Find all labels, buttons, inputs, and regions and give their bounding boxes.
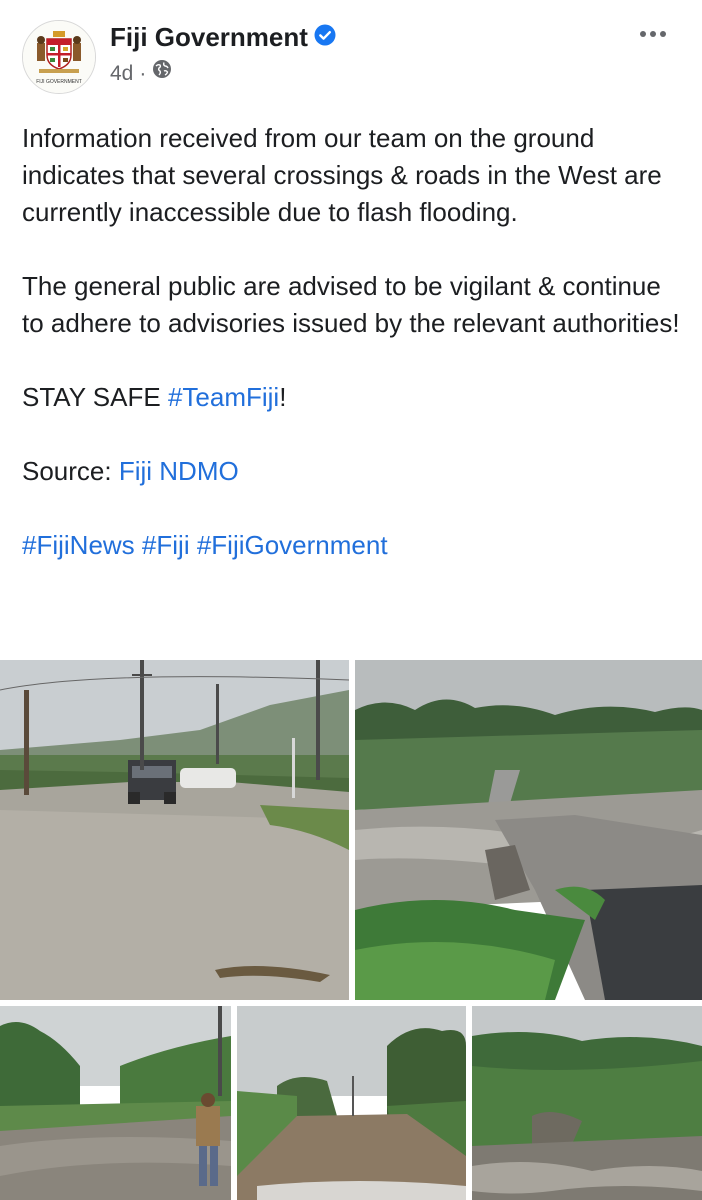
flooded-crossing-photo[interactable]	[472, 1006, 702, 1200]
flooded-street-photo[interactable]	[0, 1006, 231, 1200]
source-line: Source: Fiji NDMO	[22, 453, 682, 490]
globe-icon	[152, 59, 172, 87]
hashtag-fijinews[interactable]: #FijiNews	[22, 530, 135, 560]
source-label: Source:	[22, 456, 119, 486]
verified-badge-icon	[314, 20, 336, 54]
hashtags-line: #FijiNews #Fiji #FijiGovernment	[22, 527, 682, 564]
stay-safe-suffix: !	[279, 382, 287, 412]
post-paragraph-2: The general public are advised to be vig…	[22, 271, 680, 338]
hashtag-fijigovernment[interactable]: #FijiGovernment	[197, 530, 388, 560]
page-name[interactable]: Fiji Government	[110, 22, 308, 52]
photo-grid	[0, 660, 702, 1200]
post-header: FIJI GOVERNMENT Fiji Government 4d ·	[0, 0, 702, 100]
flooded-lane-photo[interactable]	[237, 1006, 466, 1200]
coat-of-arms-icon: FIJI GOVERNMENT	[23, 21, 95, 93]
washed-out-crossing-photo[interactable]	[355, 660, 702, 1000]
source-link[interactable]: Fiji NDMO	[119, 456, 239, 486]
page-name-line: Fiji Government	[110, 20, 336, 54]
post-paragraph-1: Information received from our team on th…	[22, 123, 662, 227]
flooded-road-photo[interactable]	[0, 660, 349, 1000]
stay-safe-text: STAY SAFE	[22, 382, 168, 412]
post-meta: 4d ·	[110, 59, 172, 88]
page-avatar[interactable]: FIJI GOVERNMENT	[22, 20, 96, 94]
post-body: Information received from our team on th…	[22, 120, 682, 564]
post-time[interactable]: 4d	[110, 62, 133, 85]
hashtag-teamfiji[interactable]: #TeamFiji	[168, 382, 279, 412]
hashtag-fiji[interactable]: #Fiji	[142, 530, 190, 560]
meta-separator: ·	[139, 62, 147, 85]
avatar-caption: FIJI GOVERNMENT	[36, 79, 82, 85]
more-options-icon[interactable]	[630, 22, 676, 46]
stay-safe-line: STAY SAFE #TeamFiji!	[22, 379, 682, 416]
